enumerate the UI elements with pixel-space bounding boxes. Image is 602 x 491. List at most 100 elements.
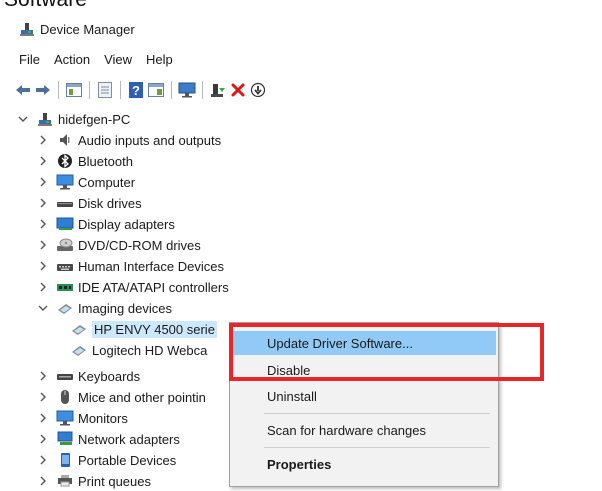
tree-item-label: IDE ATA/ATAPI controllers — [78, 279, 229, 295]
computer-pc-icon — [36, 111, 54, 127]
tree-item-bluetooth[interactable]: Bluetooth — [36, 151, 133, 171]
tree-item-label: DVD/CD-ROM drives — [78, 237, 201, 253]
menu-view[interactable]: View — [97, 52, 139, 70]
chevron-down-icon[interactable] — [16, 112, 30, 126]
tree-item-audio[interactable]: Audio inputs and outputs — [36, 130, 221, 150]
tree-item-print-queues[interactable]: Print queues — [36, 471, 151, 491]
chevron-right-icon[interactable] — [36, 133, 50, 147]
imaging-device-icon — [70, 321, 88, 337]
toolbar: ? — [14, 80, 267, 100]
tree-item-portable-devices[interactable]: Portable Devices — [36, 450, 176, 470]
chevron-right-icon[interactable] — [36, 217, 50, 231]
tree-item-ide-controllers[interactable]: IDE ATA/ATAPI controllers — [36, 277, 229, 297]
tree-item-dvd-drives[interactable]: DVD/CD-ROM drives — [36, 235, 201, 255]
portable-device-icon — [56, 452, 74, 468]
menu-separator — [264, 447, 490, 448]
clipped-heading: Software — [4, 0, 87, 12]
tree-item-disk-drives[interactable]: Disk drives — [36, 193, 142, 213]
tree-item-label: Display adapters — [78, 216, 175, 232]
forward-icon[interactable] — [34, 81, 52, 99]
monitor-icon — [56, 174, 74, 190]
chevron-right-icon[interactable] — [36, 369, 50, 383]
tree-item-label: Portable Devices — [78, 452, 177, 468]
action-pane-icon[interactable] — [147, 81, 165, 99]
chevron-right-icon[interactable] — [36, 390, 50, 404]
tree-item-monitors[interactable]: Monitors — [36, 408, 128, 428]
menu-bar: File Action View Help — [12, 52, 180, 70]
menu-help[interactable]: Help — [139, 52, 180, 70]
chevron-right-icon[interactable] — [36, 196, 50, 210]
tree-item-label: Computer — [78, 174, 136, 190]
chevron-right-icon[interactable] — [36, 154, 50, 168]
tree-item-network-adapters[interactable]: Network adapters — [36, 429, 180, 449]
scan-hardware-icon[interactable] — [178, 81, 196, 99]
tree-item-label: Imaging devices — [78, 300, 172, 316]
network-adapter-icon — [56, 431, 74, 447]
chevron-down-icon[interactable] — [36, 301, 50, 315]
toolbar-separator — [120, 81, 121, 99]
keyboard-icon — [56, 368, 74, 384]
tree-item-imaging-devices[interactable]: Imaging devices — [36, 298, 172, 318]
help-icon[interactable]: ? — [127, 81, 145, 99]
tree-root[interactable]: hidefgen-PC — [16, 109, 130, 129]
disk-drive-icon — [56, 195, 74, 211]
tree-item-computer[interactable]: Computer — [36, 172, 135, 192]
back-icon[interactable] — [14, 81, 32, 99]
annotation-highlight-box — [229, 323, 544, 381]
properties-sheet-icon[interactable] — [96, 81, 114, 99]
toolbar-separator — [202, 81, 203, 99]
menu-separator — [264, 413, 490, 414]
menu-item-properties[interactable]: Properties — [230, 452, 496, 476]
tree-item-label: Network adapters — [78, 431, 180, 447]
chevron-right-icon[interactable] — [36, 259, 50, 273]
mouse-icon — [56, 389, 74, 405]
update-driver-icon[interactable] — [209, 81, 227, 99]
svg-text:?: ? — [132, 83, 140, 98]
chevron-right-icon[interactable] — [36, 238, 50, 252]
chevron-right-icon[interactable] — [36, 453, 50, 467]
tree-item-label: Logitech HD Webca — [92, 342, 208, 358]
display-adapter-icon — [56, 216, 74, 232]
tree-item-label: Bluetooth — [78, 153, 133, 169]
monitor-icon — [56, 410, 74, 426]
title-bar: Device Manager — [0, 14, 602, 44]
chevron-right-icon[interactable] — [36, 175, 50, 189]
tree-item-hp-envy[interactable]: HP ENVY 4500 serie — [64, 319, 217, 339]
ide-controller-icon — [56, 279, 74, 295]
tree-item-keyboards[interactable]: Keyboards — [36, 366, 140, 386]
toolbar-separator — [89, 81, 90, 99]
tree-root-label: hidefgen-PC — [58, 111, 131, 127]
show-hide-console-tree-icon[interactable] — [65, 81, 83, 99]
window-title: Device Manager — [40, 22, 135, 37]
menu-action[interactable]: Action — [47, 52, 97, 70]
chevron-right-icon[interactable] — [36, 411, 50, 425]
tree-item-human-interface[interactable]: Human Interface Devices — [36, 256, 224, 276]
tree-item-label: Human Interface Devices — [78, 258, 224, 274]
chevron-right-icon[interactable] — [36, 474, 50, 488]
bluetooth-icon — [56, 153, 74, 169]
chevron-right-icon[interactable] — [36, 432, 50, 446]
hid-icon — [56, 258, 74, 274]
menu-item-uninstall[interactable]: Uninstall — [230, 384, 496, 408]
chevron-right-icon[interactable] — [36, 280, 50, 294]
toolbar-separator — [58, 81, 59, 99]
imaging-device-icon — [56, 300, 74, 316]
tree-item-label: Audio inputs and outputs — [78, 132, 222, 148]
dvd-drive-icon — [56, 237, 74, 253]
menu-file[interactable]: File — [12, 52, 47, 70]
tree-item-label: Monitors — [78, 410, 128, 426]
tree-item-label: Keyboards — [78, 368, 141, 384]
tree-item-label: HP ENVY 4500 serie — [92, 320, 217, 338]
uninstall-device-icon[interactable] — [229, 81, 247, 99]
tree-item-display-adapters[interactable]: Display adapters — [36, 214, 175, 234]
toolbar-separator — [171, 81, 172, 99]
menu-item-scan-hardware[interactable]: Scan for hardware changes — [230, 418, 496, 442]
tree-item-label: Disk drives — [78, 195, 142, 211]
printer-icon — [56, 473, 74, 489]
imaging-device-icon — [70, 342, 88, 358]
tree-item-logitech-webcam[interactable]: Logitech HD Webca — [64, 340, 207, 360]
tree-item-mice[interactable]: Mice and other pointin — [36, 387, 206, 407]
tree-item-label: Mice and other pointin — [78, 389, 206, 405]
enable-device-icon[interactable] — [249, 81, 267, 99]
tree-item-label: Print queues — [78, 473, 151, 489]
